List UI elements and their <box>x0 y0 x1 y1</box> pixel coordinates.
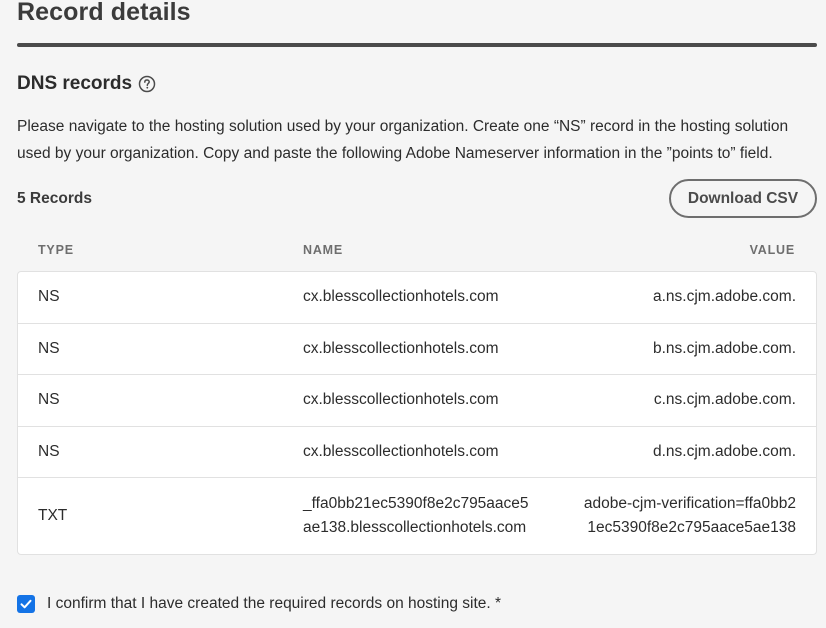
instructions-text: Please navigate to the hosting solution … <box>17 118 789 162</box>
record-name: cx.blesscollectionhotels.com <box>303 339 499 357</box>
record-type: NS <box>38 339 60 357</box>
record-value: d.ns.cjm.adobe.com. <box>652 442 796 460</box>
record-value: c.ns.cjm.adobe.com. <box>653 391 796 409</box>
download-csv-button[interactable]: Download CSV <box>669 179 817 218</box>
help-circle-icon[interactable] <box>138 75 156 93</box>
column-header-type[interactable]: TYPE <box>38 243 74 257</box>
record-name: cx.blesscollectionhotels.com <box>303 442 499 460</box>
column-header-name[interactable]: NAME <box>303 243 343 257</box>
record-name: cx.blesscollectionhotels.com <box>303 288 499 306</box>
record-value: a.ns.cjm.adobe.com. <box>652 288 796 306</box>
record-value-line: 1ec5390f8e2c795aace5ae138 <box>587 519 796 536</box>
column-header-value[interactable]: VALUE <box>750 243 795 257</box>
dns-records-heading: DNS records <box>17 73 156 95</box>
record-name-line: ae138.blesscollectionhotels.com <box>303 519 527 536</box>
table-row[interactable]: NS cx.blesscollectionhotels.com b.ns.cjm… <box>18 324 816 375</box>
table-row[interactable]: NS cx.blesscollectionhotels.com a.ns.cjm… <box>18 272 816 324</box>
title-divider <box>17 43 817 47</box>
table-row[interactable]: NS cx.blesscollectionhotels.com d.ns.cjm… <box>18 427 816 478</box>
record-name-line: _ffa0bb21ec5390f8e2c795aace5 <box>303 495 529 512</box>
record-count: 5 Records <box>17 190 92 207</box>
record-type: NS <box>38 442 60 460</box>
record-type: TXT <box>38 507 68 524</box>
record-name: cx.blesscollectionhotels.com <box>303 391 499 409</box>
section-title: DNS records <box>17 73 133 94</box>
record-value: b.ns.cjm.adobe.com. <box>652 339 796 357</box>
page-title: Record details <box>17 0 191 26</box>
record-details-page: Record details DNS records Please naviga… <box>0 0 826 628</box>
confirm-checkbox[interactable] <box>17 595 35 613</box>
table-row[interactable]: NS cx.blesscollectionhotels.com c.ns.cjm… <box>18 375 816 427</box>
table-row[interactable]: TXT _ffa0bb21ec5390f8e2c795aace5 ae138.b… <box>18 478 816 554</box>
record-value-line: adobe-cjm-verification=ffa0bb2 <box>583 495 796 512</box>
dns-records-table: NS cx.blesscollectionhotels.com a.ns.cjm… <box>17 271 817 555</box>
record-type: NS <box>38 391 60 409</box>
record-value: adobe-cjm-verification=ffa0bb2 1ec5390f8… <box>556 492 796 540</box>
confirm-label[interactable]: I confirm that I have created the requir… <box>47 595 501 613</box>
checkmark-icon <box>20 599 32 609</box>
confirm-checkbox-row[interactable]: I confirm that I have created the requir… <box>17 595 501 613</box>
record-type: NS <box>38 288 60 306</box>
record-name: _ffa0bb21ec5390f8e2c795aace5 ae138.bless… <box>303 492 543 540</box>
